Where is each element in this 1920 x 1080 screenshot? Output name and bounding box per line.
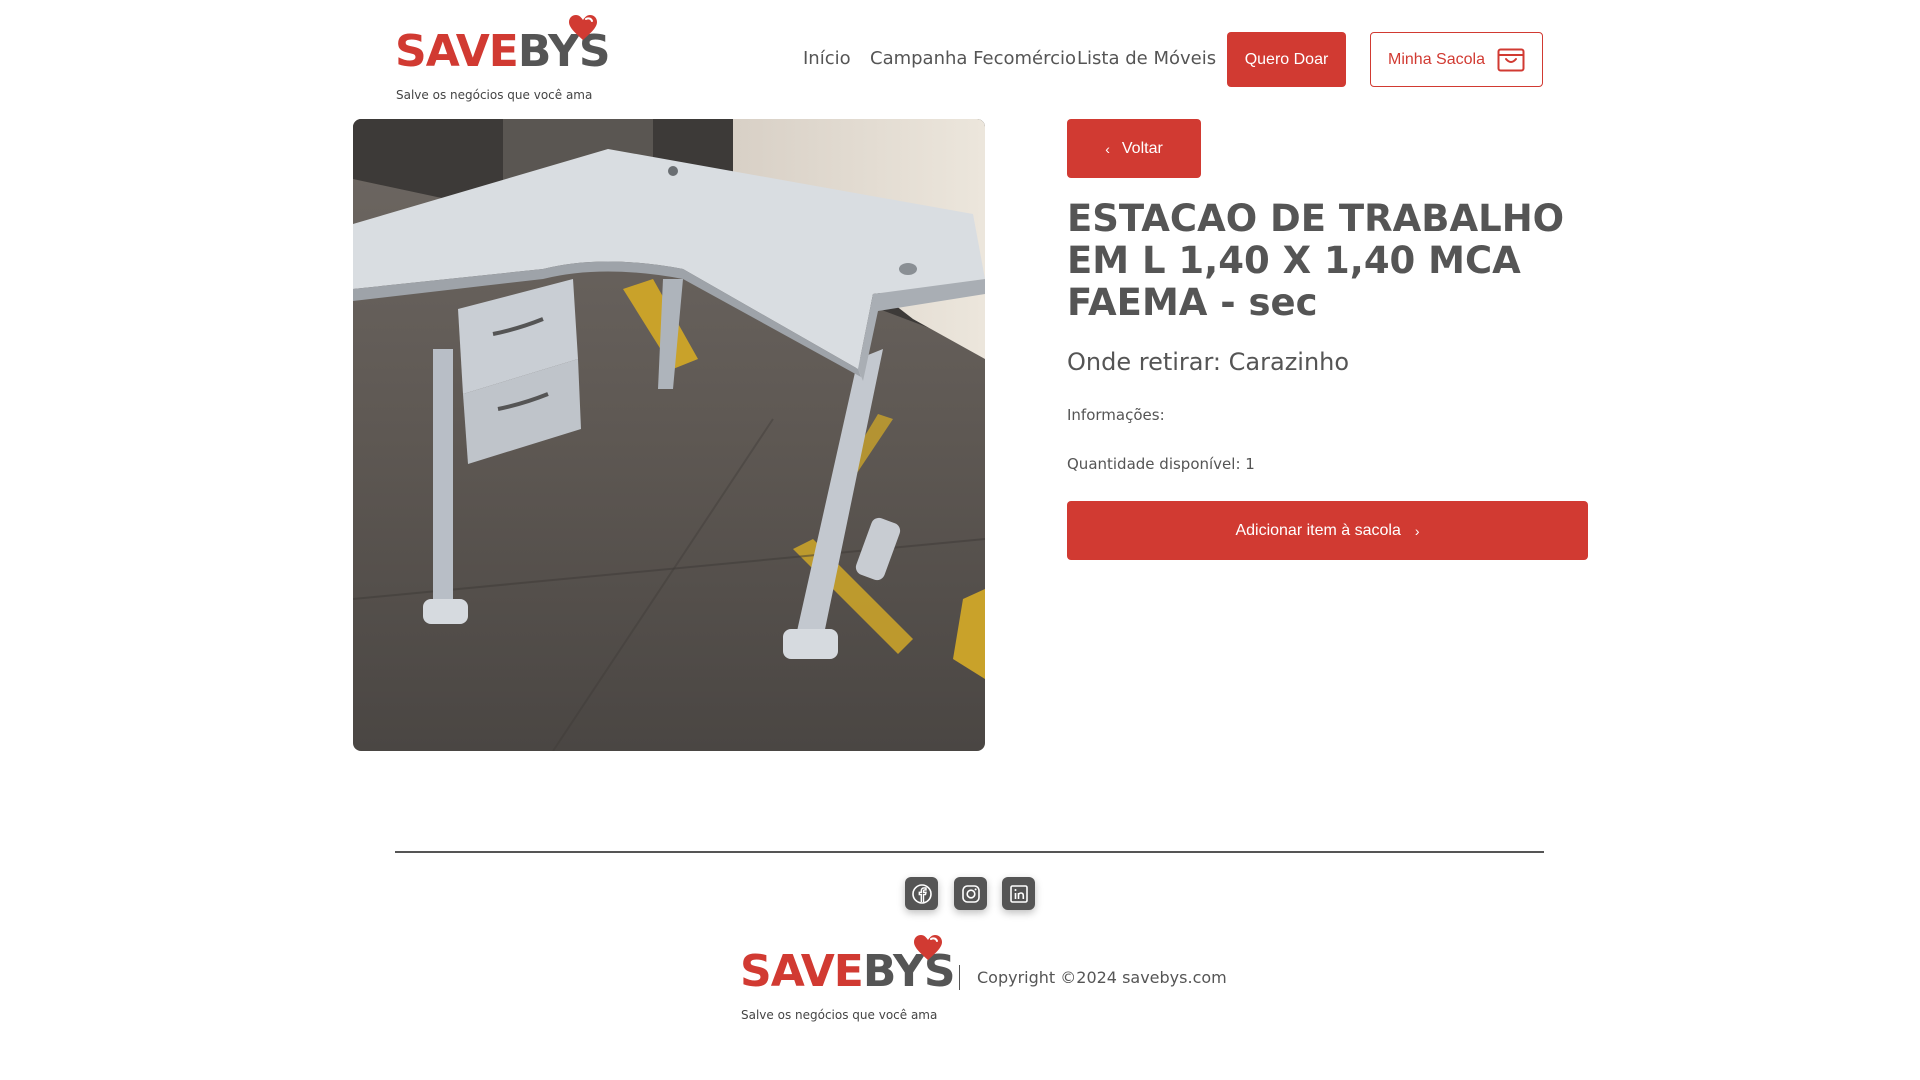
chevron-left-icon: ‹	[1105, 140, 1110, 157]
add-to-bag-button[interactable]: Adicionar item à sacola ›	[1067, 501, 1588, 560]
quantity-value: 1	[1245, 455, 1255, 473]
footer-logo-tagline: Salve os negócios que você ama	[741, 1008, 938, 1022]
info-label: Informações:	[1067, 406, 1165, 424]
logo-save-text: SAVE	[395, 26, 519, 77]
facebook-link[interactable]	[905, 877, 938, 910]
back-label: Voltar	[1121, 139, 1163, 157]
pickup-label: Onde retirar:	[1067, 348, 1229, 376]
nav-item-inicio[interactable]: Início	[803, 48, 851, 69]
chevron-right-icon: ›	[1414, 522, 1420, 539]
linkedin-icon	[1009, 884, 1028, 903]
heart-icon	[914, 935, 942, 960]
footer-logo[interactable]: SAVEBYS Salve os negócios que você ama	[740, 930, 956, 1025]
pickup-location: Onde retirar: Carazinho	[1067, 348, 1349, 376]
copyright-text: Copyright ©2024 savebys.com	[977, 968, 1227, 987]
back-button[interactable]: ‹ Voltar	[1067, 119, 1201, 178]
l-shaped-desk-photo	[353, 119, 985, 751]
heart-icon	[569, 15, 597, 40]
add-to-bag-label: Adicionar item à sacola	[1235, 521, 1401, 539]
pickup-city: Carazinho	[1228, 348, 1350, 376]
quantity-label: Quantidade disponível:	[1067, 455, 1246, 473]
shopping-bag-icon	[1497, 48, 1525, 71]
product-title: ESTACAO DE TRABALHO EM L 1,40 X 1,40 MCA…	[1067, 197, 1565, 324]
nav-item-campanha-fecomercio[interactable]: Campanha Fecomércio	[870, 48, 1076, 69]
my-bag-button[interactable]: Minha Sacola	[1370, 32, 1543, 87]
nav-item-lista-de-moveis[interactable]: Lista de Móveis	[1077, 48, 1216, 69]
footer-logo-save-text: SAVE	[740, 946, 864, 997]
instagram-link[interactable]	[954, 877, 987, 910]
quantity-available: Quantidade disponível: 1	[1067, 455, 1255, 473]
donate-button[interactable]: Quero Doar	[1227, 32, 1346, 87]
logo-tagline: Salve os negócios que você ama	[396, 88, 593, 102]
site-header: SAVEBYS Salve os negócios que você ama I…	[0, 0, 1920, 110]
footer-separator	[959, 965, 960, 990]
header-logo[interactable]: SAVEBYS Salve os negócios que você ama	[395, 10, 611, 105]
instagram-icon	[961, 884, 980, 903]
my-bag-label: Minha Sacola	[1388, 50, 1485, 68]
linkedin-link[interactable]	[1002, 877, 1035, 910]
facebook-icon	[911, 883, 932, 904]
product-image	[353, 119, 985, 751]
footer-divider	[395, 851, 1544, 853]
